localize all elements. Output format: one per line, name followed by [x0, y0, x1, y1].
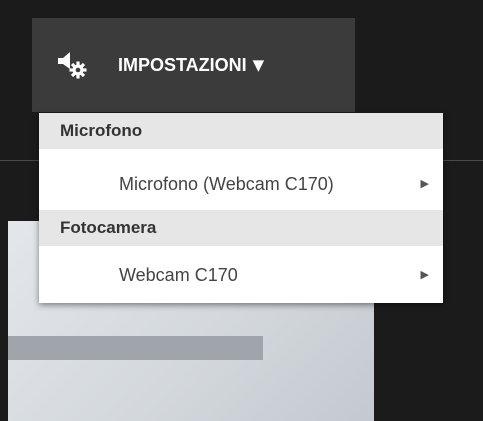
speaker-settings-icon — [56, 49, 92, 81]
menu-item-label: Webcam C170 — [119, 265, 238, 285]
preview-bar — [8, 336, 263, 360]
submenu-arrow-icon: ▶ — [420, 178, 429, 190]
settings-button[interactable]: IMPOSTAZIONI ▼ — [32, 18, 355, 112]
caret-down-icon: ▼ — [252, 56, 265, 74]
section-header-microphone: Microfono — [39, 113, 443, 149]
settings-dropdown-menu: Microfono Microfono (Webcam C170) ▶ Foto… — [39, 113, 443, 303]
menu-item-camera-device[interactable]: Webcam C170 ▶ — [39, 254, 443, 296]
menu-item-label: Microfono (Webcam C170) — [119, 174, 334, 194]
settings-label: IMPOSTAZIONI — [118, 54, 247, 75]
section-header-camera: Fotocamera — [39, 210, 443, 246]
submenu-arrow-icon: ▶ — [420, 269, 429, 281]
menu-item-microphone-device[interactable]: Microfono (Webcam C170) ▶ — [39, 163, 443, 205]
